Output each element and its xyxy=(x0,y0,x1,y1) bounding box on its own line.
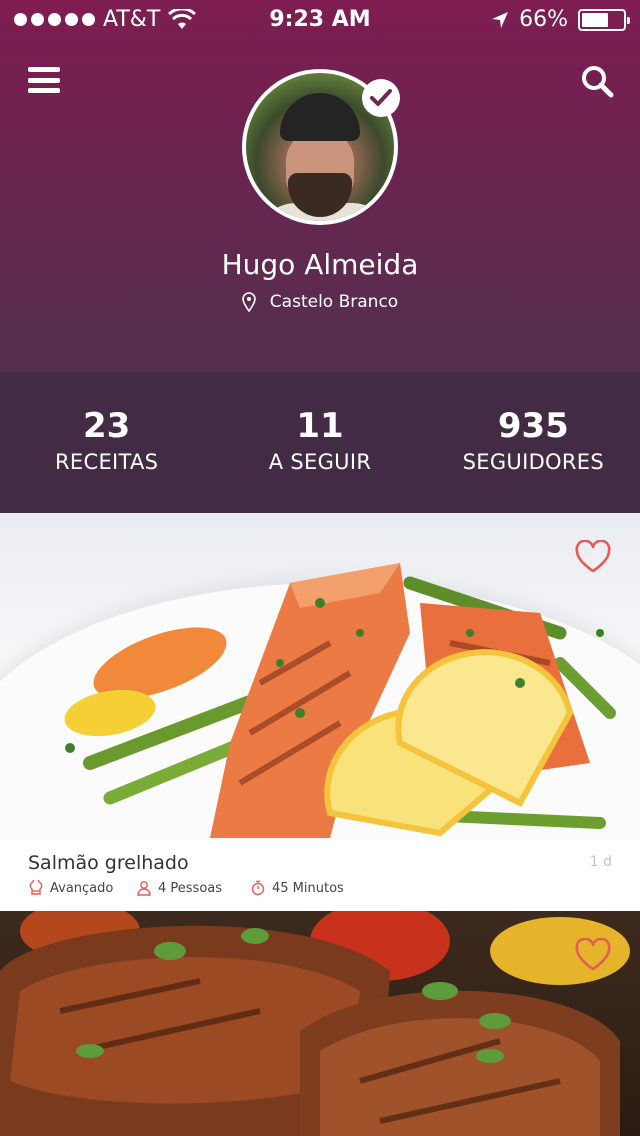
stat-label: SEGUIDORES xyxy=(462,450,604,474)
profile-location: Castelo Branco xyxy=(0,292,640,312)
stat-label: A SEGUIR xyxy=(268,450,372,474)
heart-icon[interactable] xyxy=(574,540,612,574)
battery-icon xyxy=(578,8,630,31)
avatar[interactable] xyxy=(242,69,400,225)
profile-stats: 23 RECEITAS 11 A SEGUIR 935 SEGUIDORES xyxy=(0,372,640,513)
difficulty-label: Avançado xyxy=(50,880,114,896)
battery-fill xyxy=(582,12,608,27)
recipe-photo-salmon[interactable] xyxy=(0,513,640,840)
battery-percent: 66% xyxy=(519,7,568,32)
stat-value: 935 xyxy=(497,406,569,446)
recipe-difficulty: Avançado xyxy=(28,880,113,896)
salmon-dish-illustration xyxy=(64,563,616,838)
profile-header: AT&T 9:23 AM 66% Hugo Almeida Castelo Br… xyxy=(0,0,640,372)
servings-label: 4 Pessoas xyxy=(158,880,223,896)
stat-label: RECEITAS xyxy=(55,450,159,474)
menu-icon[interactable] xyxy=(28,64,60,96)
status-bar: AT&T 9:23 AM 66% xyxy=(0,0,640,40)
stat-value: 11 xyxy=(296,406,344,446)
stopwatch-icon xyxy=(251,880,265,896)
recipe-title: Salmão grelhado xyxy=(28,852,189,874)
recipe-photo-steak[interactable] xyxy=(0,911,640,1136)
profile-name: Hugo Almeida xyxy=(221,248,419,281)
stat-recipes[interactable]: 23 RECEITAS xyxy=(0,372,213,513)
stat-followers[interactable]: 935 SEGUIDORES xyxy=(427,372,640,513)
duration-label: 45 Minutos xyxy=(272,880,344,896)
location-label: Castelo Branco xyxy=(269,292,399,312)
location-arrow-icon xyxy=(492,11,509,28)
stat-following[interactable]: 11 A SEGUIR xyxy=(213,372,426,513)
person-icon xyxy=(137,881,151,896)
stat-value: 23 xyxy=(83,406,131,446)
search-icon[interactable] xyxy=(580,64,614,98)
heart-icon[interactable] xyxy=(574,938,612,972)
recipe-card[interactable]: Salmão grelhado 1 d Avançado 4 Pessoas 4… xyxy=(0,840,640,911)
verified-check-icon xyxy=(362,79,400,117)
recipe-duration: 45 Minutos xyxy=(250,880,344,896)
recipe-servings: 4 Pessoas xyxy=(136,880,222,896)
recipe-age: 1 d xyxy=(589,854,612,870)
chef-hat-icon xyxy=(29,880,43,895)
location-pin-icon xyxy=(241,292,256,312)
steak-dish-illustration xyxy=(0,911,630,1136)
